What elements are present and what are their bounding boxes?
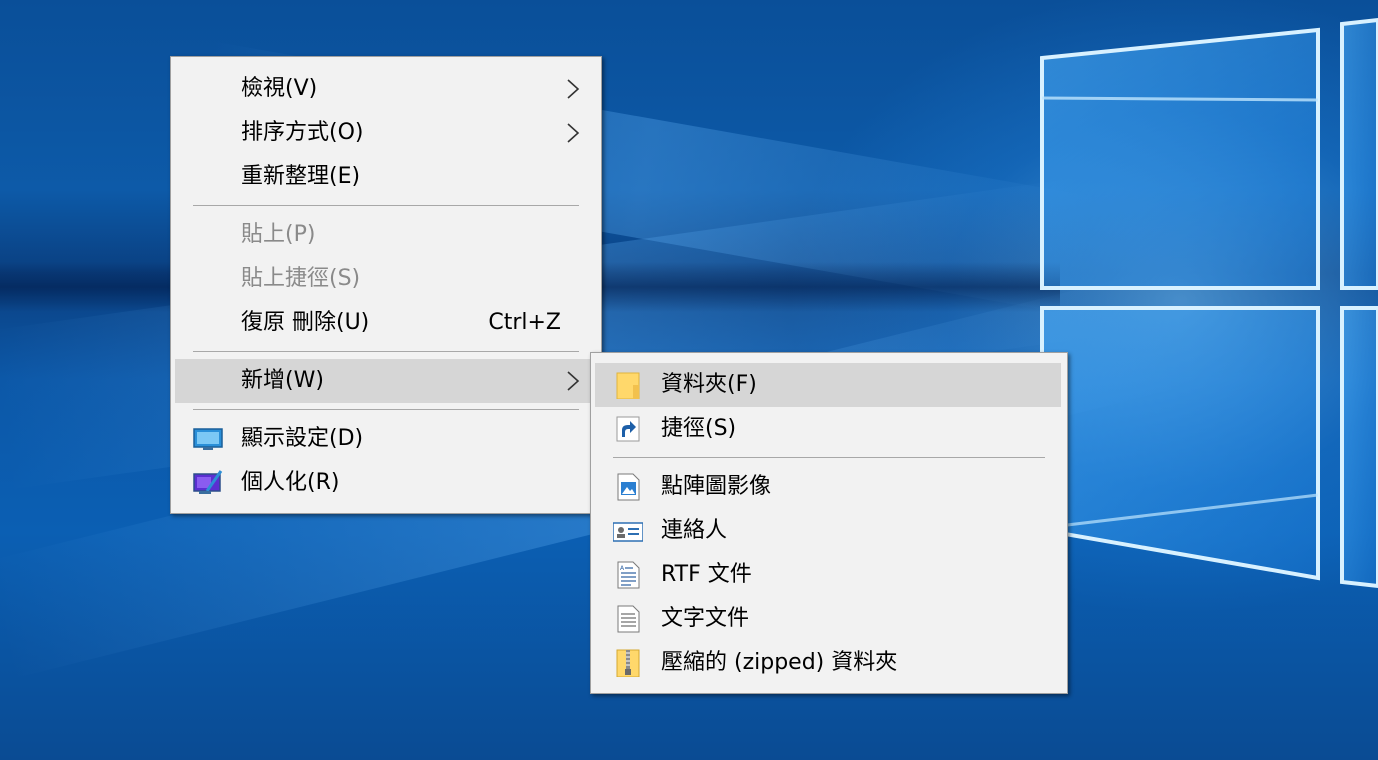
menu-item-label: 排序方式(O) [241, 120, 364, 145]
menu-separator [193, 351, 579, 352]
text-document-icon [617, 605, 640, 633]
menu-item-label: 復原 刪除(U) [241, 310, 370, 335]
submenu-item-zipped-folder[interactable]: 壓縮的 (zipped) 資料夾 [595, 641, 1061, 685]
menu-item-label: 連絡人 [661, 518, 728, 543]
submenu-item-shortcut[interactable]: 捷徑(S) [595, 407, 1061, 451]
menu-separator [193, 205, 579, 206]
submenu-item-bitmap-image[interactable]: 點陣圖影像 [595, 465, 1061, 509]
new-submenu: 資料夾(F) 捷徑(S) 點陣圖影像 連絡人 A RTF 文件 文字文件 壓縮的… [590, 352, 1068, 694]
chevron-right-icon [567, 371, 580, 391]
menu-item-shortcut: Ctrl+Z [488, 310, 561, 335]
menu-item-label: 資料夾(F) [661, 372, 757, 397]
folder-icon [616, 372, 640, 399]
menu-item-label: 個人化(R) [241, 470, 340, 495]
menu-separator [193, 409, 579, 410]
menu-item-view[interactable]: 檢視(V) [175, 67, 597, 111]
menu-item-sort-by[interactable]: 排序方式(O) [175, 111, 597, 155]
zipped-folder-icon [616, 649, 640, 677]
menu-item-label: 新增(W) [241, 368, 324, 393]
submenu-item-contact[interactable]: 連絡人 [595, 509, 1061, 553]
menu-item-label: 貼上(P) [241, 222, 316, 247]
contact-icon [613, 522, 643, 542]
menu-item-label: 檢視(V) [241, 76, 318, 101]
menu-item-paste[interactable]: 貼上(P) [175, 213, 597, 257]
menu-item-label: 貼上捷徑(S) [241, 266, 361, 291]
menu-item-display-settings[interactable]: 顯示設定(D) [175, 417, 597, 461]
submenu-item-text-document[interactable]: 文字文件 [595, 597, 1061, 641]
menu-item-refresh[interactable]: 重新整理(E) [175, 155, 597, 199]
chevron-right-icon [567, 123, 580, 143]
personalize-icon [193, 470, 223, 494]
desktop-context-menu: 檢視(V) 排序方式(O) 重新整理(E) 貼上(P) 貼上捷徑(S) 復原 刪… [170, 56, 602, 514]
menu-item-personalize[interactable]: 個人化(R) [175, 461, 597, 505]
menu-item-label: 顯示設定(D) [241, 426, 364, 451]
submenu-item-rtf-document[interactable]: A RTF 文件 [595, 553, 1061, 597]
display-settings-icon [193, 428, 223, 450]
menu-separator [613, 457, 1045, 458]
chevron-right-icon [567, 79, 580, 99]
submenu-item-folder[interactable]: 資料夾(F) [595, 363, 1061, 407]
menu-item-label: 重新整理(E) [241, 164, 361, 189]
menu-item-paste-shortcut[interactable]: 貼上捷徑(S) [175, 257, 597, 301]
bitmap-image-icon [617, 473, 640, 501]
menu-item-label: 文字文件 [661, 606, 750, 631]
menu-item-new[interactable]: 新增(W) [175, 359, 597, 403]
menu-item-label: 壓縮的 (zipped) 資料夾 [661, 650, 898, 675]
shortcut-icon [616, 416, 640, 442]
menu-item-label: 捷徑(S) [661, 416, 737, 441]
menu-item-label: RTF 文件 [661, 562, 752, 587]
menu-item-label: 點陣圖影像 [661, 474, 772, 499]
menu-item-undo-delete[interactable]: 復原 刪除(U) Ctrl+Z [175, 301, 597, 345]
rtf-document-icon: A [617, 561, 640, 589]
